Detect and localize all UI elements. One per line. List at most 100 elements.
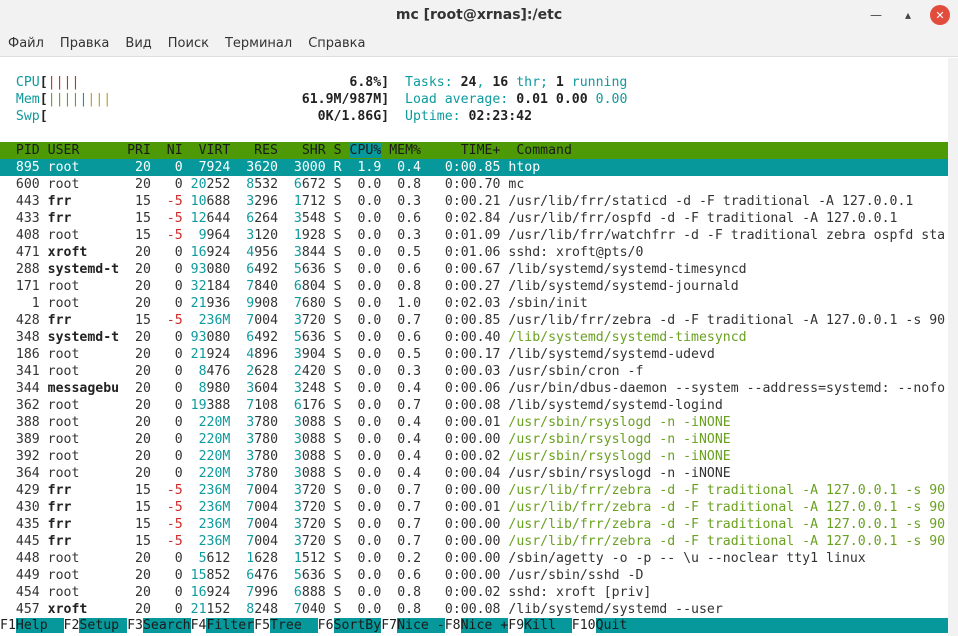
table-row[interactable]: 448 root 20 0 5612 1628 1512 S 0.0 0.2 0… bbox=[0, 550, 866, 567]
cpu-percent: 0.0 bbox=[349, 432, 382, 447]
shr: 6804 bbox=[285, 279, 326, 294]
priority: 15 bbox=[127, 483, 151, 498]
terminal-scrollbar[interactable] bbox=[948, 58, 958, 636]
pid: 388 bbox=[0, 415, 40, 430]
table-row[interactable]: 362 root 20 0 19388 7108 6176 S 0.0 0.7 … bbox=[0, 397, 723, 414]
fkey-label-f3[interactable]: Search bbox=[142, 618, 191, 633]
table-row[interactable]: 344 messagebu 20 0 8980 3604 3248 S 0.0 … bbox=[0, 380, 945, 397]
table-row[interactable]: 457 xroft 20 0 21152 8248 7040 S 0.0 0.8… bbox=[0, 601, 723, 618]
shr: 3720 bbox=[285, 483, 326, 498]
user: root bbox=[47, 466, 120, 481]
menu-item-1[interactable]: Правка bbox=[60, 36, 109, 51]
priority: 20 bbox=[127, 160, 151, 175]
swap-value: 0K/1.86G bbox=[317, 109, 382, 124]
table-row[interactable]: 449 root 20 0 15852 6476 5636 S 0.0 0.6 … bbox=[0, 567, 644, 584]
fkey-label-f1[interactable]: Help bbox=[15, 618, 64, 633]
virt: 21924 bbox=[190, 347, 231, 362]
table-row[interactable]: 1 root 20 0 21936 9908 7680 S 0.0 1.0 0:… bbox=[0, 295, 588, 312]
virt: 236M bbox=[190, 483, 231, 498]
pid: 288 bbox=[0, 262, 40, 277]
table-row[interactable]: 186 root 20 0 21924 4896 3904 S 0.0 0.5 … bbox=[0, 346, 715, 363]
fkey-label-f4[interactable]: Filter bbox=[206, 618, 255, 633]
pid: 454 bbox=[0, 585, 40, 600]
user: frr bbox=[47, 313, 120, 328]
table-row[interactable]: 443 frr 15 -5 10688 3296 1712 S 0.0 0.3 … bbox=[0, 193, 913, 210]
cpu-percent: 0.0 bbox=[349, 330, 382, 345]
table-row[interactable]: 348 systemd-t 20 0 93080 6492 5636 S 0.0… bbox=[0, 329, 747, 346]
table-row[interactable]: 433 frr 15 -5 12644 6264 3548 S 0.0 0.6 … bbox=[0, 210, 898, 227]
fkey-label-f10[interactable]: Quit bbox=[595, 618, 948, 633]
state: S bbox=[333, 364, 342, 379]
column-header-ni[interactable]: NI bbox=[159, 143, 183, 158]
command: /lib/systemd/systemd-journald bbox=[508, 279, 739, 294]
mem-percent: 0.5 bbox=[389, 347, 422, 362]
fkey-label-f8[interactable]: Nice + bbox=[460, 618, 509, 633]
mem-percent: 0.4 bbox=[389, 381, 422, 396]
window-controls: — ▴ ✕ bbox=[866, 5, 950, 25]
column-header-user[interactable]: USER bbox=[48, 143, 119, 158]
shr: 3000 bbox=[285, 160, 326, 175]
nice: 0 bbox=[158, 432, 183, 447]
table-row[interactable]: 454 root 20 0 16924 7996 6888 S 0.0 0.8 … bbox=[0, 584, 651, 601]
shr: 2420 bbox=[285, 364, 326, 379]
priority: 20 bbox=[127, 466, 151, 481]
table-row[interactable]: 430 frr 15 -5 236M 7004 3720 S 0.0 0.7 0… bbox=[0, 499, 945, 516]
table-row[interactable]: 389 root 20 0 220M 3780 3088 S 0.0 0.4 0… bbox=[0, 431, 731, 448]
virt: 8980 bbox=[190, 381, 231, 396]
minimize-icon[interactable]: — bbox=[866, 5, 886, 25]
column-header-cpu[interactable]: CPU% bbox=[349, 143, 382, 158]
menu-item-3[interactable]: Поиск bbox=[168, 36, 209, 51]
close-icon[interactable]: ✕ bbox=[930, 5, 950, 25]
cpu-time: 0:00.17 bbox=[429, 347, 501, 362]
mem-bars-used: |||| bbox=[47, 92, 80, 107]
table-row[interactable]: 600 root 20 0 20252 8532 6672 S 0.0 0.8 … bbox=[0, 176, 524, 193]
column-header-pid[interactable]: PID bbox=[0, 143, 40, 158]
terminal-area[interactable]: CPU[|||| 6.8%] Tasks: 24, 16 thr; 1 runn… bbox=[0, 58, 948, 636]
table-row[interactable]: 428 frr 15 -5 236M 7004 3720 S 0.0 0.7 0… bbox=[0, 312, 945, 329]
table-row[interactable]: 392 root 20 0 220M 3780 3088 S 0.0 0.4 0… bbox=[0, 448, 731, 465]
command: /usr/sbin/rsyslogd -n -iNONE bbox=[508, 449, 731, 464]
command: /sbin/agetty -o -p -- \u --noclear tty1 … bbox=[508, 551, 866, 566]
mem-percent: 0.3 bbox=[389, 194, 422, 209]
menu-item-5[interactable]: Справка bbox=[308, 36, 365, 51]
fkey-label-f2[interactable]: Setup bbox=[79, 618, 128, 633]
pid: 433 bbox=[0, 211, 40, 226]
column-header-mem[interactable]: MEM% bbox=[389, 143, 421, 158]
column-header-cmd[interactable]: Command bbox=[516, 143, 572, 158]
fkey-label-f5[interactable]: Tree bbox=[270, 618, 318, 633]
table-row[interactable]: 408 root 15 -5 9964 3120 1928 S 0.0 0.3 … bbox=[0, 227, 945, 244]
table-row[interactable]: 895 root 20 0 7924 3620 3000 R 1.9 0.4 0… bbox=[0, 159, 948, 176]
column-header-res[interactable]: RES bbox=[238, 143, 278, 158]
table-row[interactable]: 388 root 20 0 220M 3780 3088 S 0.0 0.4 0… bbox=[0, 414, 731, 431]
table-row[interactable]: 471 xroft 20 0 16924 4956 3844 S 0.0 0.5… bbox=[0, 244, 644, 261]
priority: 20 bbox=[127, 177, 151, 192]
table-row[interactable]: 429 frr 15 -5 236M 7004 3720 S 0.0 0.7 0… bbox=[0, 482, 945, 499]
fkey-label-f6[interactable]: SortBy bbox=[333, 618, 382, 633]
table-row[interactable]: 288 systemd-t 20 0 93080 6492 5636 S 0.0… bbox=[0, 261, 747, 278]
table-row[interactable]: 171 root 20 0 32184 7840 6804 S 0.0 0.8 … bbox=[0, 278, 739, 295]
command: mc bbox=[508, 177, 525, 192]
table-row[interactable]: 445 frr 15 -5 236M 7004 3720 S 0.0 0.7 0… bbox=[0, 533, 945, 550]
column-header-virt[interactable]: VIRT bbox=[191, 143, 231, 158]
fkey-f3: F3 bbox=[127, 618, 143, 633]
cpu-percent: 0.0 bbox=[349, 177, 382, 192]
column-header-time[interactable]: TIME+ bbox=[429, 143, 501, 158]
fkey-label-f7[interactable]: Nice - bbox=[397, 618, 445, 633]
nice: -5 bbox=[158, 483, 183, 498]
menu-item-0[interactable]: Файл bbox=[8, 36, 44, 51]
pid: 428 bbox=[0, 313, 40, 328]
res: 3780 bbox=[238, 432, 279, 447]
column-header-s[interactable]: S bbox=[334, 143, 342, 158]
table-row[interactable]: 435 frr 15 -5 236M 7004 3720 S 0.0 0.7 0… bbox=[0, 516, 945, 533]
table-row[interactable]: 364 root 20 0 220M 3780 3088 S 0.0 0.4 0… bbox=[0, 465, 731, 482]
virt: 8476 bbox=[190, 364, 231, 379]
priority: 15 bbox=[127, 228, 151, 243]
table-row[interactable]: 341 root 20 0 8476 2628 2420 S 0.0 0.3 0… bbox=[0, 363, 644, 380]
column-header-pri[interactable]: PRI bbox=[127, 143, 151, 158]
maximize-icon[interactable]: ▴ bbox=[898, 5, 918, 25]
menu-item-4[interactable]: Терминал bbox=[225, 36, 292, 51]
menu-item-2[interactable]: Вид bbox=[125, 36, 151, 51]
column-header-shr[interactable]: SHR bbox=[286, 143, 326, 158]
res: 7840 bbox=[238, 279, 279, 294]
fkey-label-f9[interactable]: Kill bbox=[524, 618, 572, 633]
